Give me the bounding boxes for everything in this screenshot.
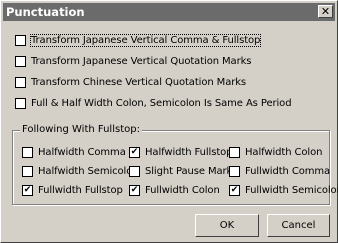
option-label: Transform Chinese Vertical Quotation Mar…: [31, 77, 247, 88]
option-halfwidth-colon[interactable]: Halfwidth Colon: [229, 147, 322, 158]
checkbox-icon[interactable]: [22, 147, 33, 158]
option-fullwidth-colon[interactable]: Fullwidth Colon: [129, 185, 220, 196]
checkbox-icon[interactable]: [129, 166, 140, 177]
checkbox-icon[interactable]: [15, 98, 26, 109]
window-title: Punctuation: [6, 5, 85, 19]
option-transform-japanese-comma-fullstop[interactable]: Transform Japanese Vertical Comma & Full…: [15, 34, 262, 47]
option-halfwidth-fullstop[interactable]: Halfwidth Fullstop: [129, 147, 233, 158]
option-label: Halfwidth Semicolon: [38, 166, 139, 177]
option-halfwidth-comma[interactable]: Halfwidth Comma: [22, 147, 126, 158]
close-icon: ✕: [320, 5, 331, 18]
option-halfwidth-semicolon[interactable]: Halfwidth Semicolon: [22, 166, 139, 177]
option-fullwidth-semicolon[interactable]: Fullwidth Semicolon: [229, 185, 338, 196]
checkbox-icon[interactable]: [129, 147, 140, 158]
cancel-button[interactable]: Cancel: [267, 214, 330, 237]
punctuation-dialog: Punctuation ✕ Transform Japanese Vertica…: [0, 0, 338, 243]
checkbox-icon[interactable]: [22, 185, 33, 196]
close-button[interactable]: ✕: [318, 5, 333, 18]
option-fullwidth-comma[interactable]: Fullwidth Comma: [229, 166, 330, 177]
option-label: Halfwidth Comma: [38, 147, 126, 158]
option-label: Fullwidth Semicolon: [245, 185, 338, 196]
option-label: Halfwidth Fullstop: [145, 147, 233, 158]
option-label: Transform Japanese Vertical Quotation Ma…: [31, 56, 252, 67]
option-label: Fullwidth Comma: [245, 166, 331, 177]
checkbox-icon[interactable]: [229, 147, 240, 158]
checkbox-icon[interactable]: [229, 166, 240, 177]
option-label: Full & Half Width Colon, Semicolon Is Sa…: [31, 98, 292, 109]
option-label: Fullwidth Fullstop: [38, 185, 123, 196]
checkbox-icon[interactable]: [15, 56, 26, 67]
option-transform-chinese-quotation[interactable]: Transform Chinese Vertical Quotation Mar…: [15, 77, 246, 88]
option-label: Transform Japanese Vertical Comma & Full…: [29, 34, 262, 47]
option-label: Fullwidth Colon: [145, 185, 220, 196]
option-colon-semicolon-same-as-period[interactable]: Full & Half Width Colon, Semicolon Is Sa…: [15, 98, 292, 109]
group-title: Following With Fullstop:: [20, 124, 142, 136]
option-fullwidth-fullstop[interactable]: Fullwidth Fullstop: [22, 185, 123, 196]
option-transform-japanese-quotation[interactable]: Transform Japanese Vertical Quotation Ma…: [15, 56, 252, 67]
checkbox-icon[interactable]: [15, 77, 26, 88]
checkbox-icon[interactable]: [15, 35, 26, 46]
title-bar: Punctuation ✕: [3, 3, 335, 21]
checkbox-icon[interactable]: [229, 185, 240, 196]
option-label: Slight Pause Mark: [145, 166, 233, 177]
option-slight-pause-mark[interactable]: Slight Pause Mark: [129, 166, 232, 177]
option-label: Halfwidth Colon: [245, 147, 323, 158]
checkbox-icon[interactable]: [22, 166, 33, 177]
ok-button[interactable]: OK: [195, 214, 259, 237]
checkbox-icon[interactable]: [129, 185, 140, 196]
